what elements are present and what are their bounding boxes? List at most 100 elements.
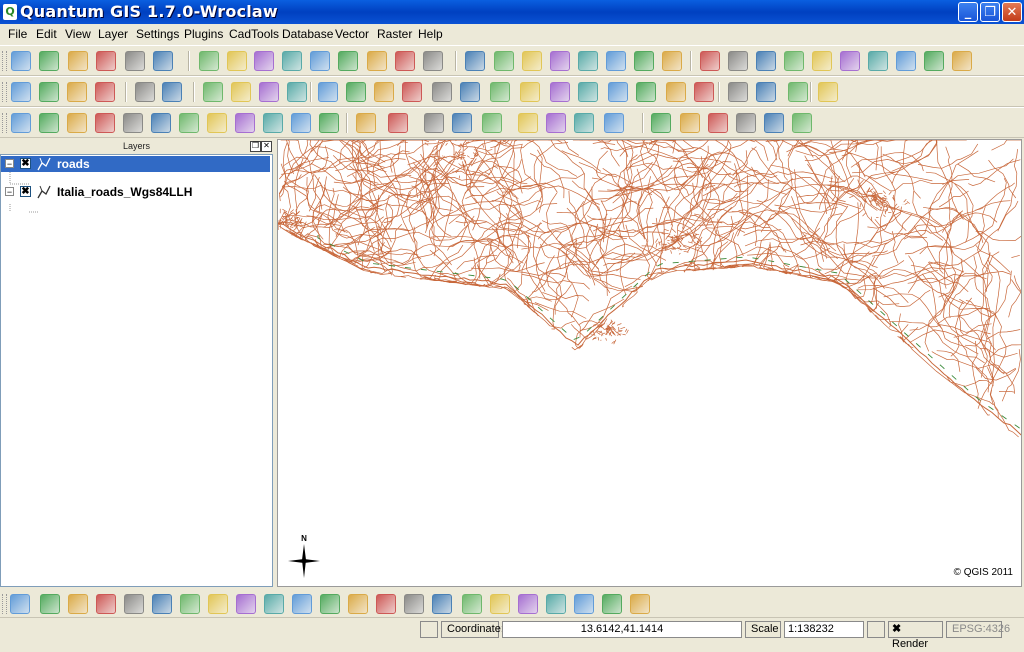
merge-icon[interactable]	[263, 113, 283, 133]
gps-icon[interactable]	[651, 113, 671, 133]
new-project-icon[interactable]	[11, 51, 31, 71]
cad-tool-7-icon[interactable]	[374, 82, 394, 102]
save-edits-icon[interactable]	[494, 51, 514, 71]
add-csv-icon[interactable]	[423, 51, 443, 71]
osm-icon[interactable]	[574, 594, 594, 614]
cut-features-icon[interactable]	[606, 51, 626, 71]
redo-icon[interactable]	[39, 113, 59, 133]
copyright-label-icon[interactable]	[10, 594, 30, 614]
georeferencer-icon[interactable]	[124, 594, 144, 614]
cad-tool-15-icon[interactable]	[608, 82, 628, 102]
cad-tool-20-icon[interactable]	[756, 82, 776, 102]
reshape-icon[interactable]	[207, 113, 227, 133]
menu-help[interactable]: Help	[418, 27, 443, 41]
menu-settings[interactable]: Settings	[136, 27, 179, 41]
open-project-icon[interactable]	[39, 51, 59, 71]
interpolation-icon[interactable]	[462, 594, 482, 614]
menu-edit[interactable]: Edit	[36, 27, 57, 41]
cad-tool-14-icon[interactable]	[578, 82, 598, 102]
save-as-icon[interactable]	[96, 51, 116, 71]
delete-part-icon[interactable]	[179, 113, 199, 133]
delete-selected-icon[interactable]	[578, 51, 598, 71]
identify-icon[interactable]	[356, 113, 376, 133]
render-checkbox[interactable]: ✖	[892, 623, 901, 635]
cad-tool-5-icon[interactable]	[318, 82, 338, 102]
histogram-icon[interactable]	[208, 594, 228, 614]
zoom-selection-icon[interactable]	[812, 51, 832, 71]
cad-tool-21-icon[interactable]	[788, 82, 808, 102]
split-icon[interactable]	[235, 113, 255, 133]
menu-file[interactable]: File	[8, 27, 27, 41]
toggle-edit-icon[interactable]	[465, 51, 485, 71]
cad-tool-4-icon[interactable]	[287, 82, 307, 102]
layer-row-roads[interactable]: − ✖ roads	[1, 156, 270, 172]
copy-features-icon[interactable]	[634, 51, 654, 71]
dxf2shp-icon[interactable]	[68, 594, 88, 614]
zoom-actual-icon[interactable]	[868, 51, 888, 71]
heatmap-icon[interactable]	[432, 594, 452, 614]
polygon-icon[interactable]	[320, 594, 340, 614]
undo-edit-icon[interactable]	[135, 82, 155, 102]
cad-tool-8-icon[interactable]	[402, 82, 422, 102]
cad-tool-1-icon[interactable]	[203, 82, 223, 102]
add-postgis-icon[interactable]	[254, 51, 274, 71]
cad-tool-11-icon[interactable]	[490, 82, 510, 102]
fill-tool-icon[interactable]	[518, 594, 538, 614]
new-layer-icon[interactable]	[338, 51, 358, 71]
cad-tool-12-icon[interactable]	[520, 82, 540, 102]
cad-tool-13-icon[interactable]	[550, 82, 570, 102]
coordinate-field[interactable]: 13.6142,41.1414	[502, 621, 742, 638]
cad-tool-3-icon[interactable]	[259, 82, 279, 102]
menu-view[interactable]: View	[65, 27, 91, 41]
add-raster-icon[interactable]	[227, 51, 247, 71]
add-wms-icon[interactable]	[310, 51, 330, 71]
scale-field[interactable]: 1:138232	[784, 621, 864, 638]
openlayers-icon[interactable]	[952, 51, 972, 71]
digitize-point-icon[interactable]	[39, 82, 59, 102]
menu-raster[interactable]: Raster	[377, 27, 412, 41]
cad-tool-16-icon[interactable]	[636, 82, 656, 102]
toolbar-grip[interactable]	[2, 82, 7, 102]
layer-row-italia-roads[interactable]: − ✖ Italia_roads_Wgs84LLH	[1, 184, 270, 200]
print-composer-icon[interactable]	[125, 51, 145, 71]
cad-tool-9-icon[interactable]	[432, 82, 452, 102]
annotation-icon[interactable]	[518, 113, 538, 133]
add-ring-icon[interactable]	[95, 113, 115, 133]
rotate-label-icon[interactable]	[319, 113, 339, 133]
clear-icon[interactable]	[95, 82, 115, 102]
north-arrow-icon[interactable]	[236, 594, 256, 614]
cad-tool-18-icon[interactable]	[694, 82, 714, 102]
node-tool-icon[interactable]	[550, 51, 570, 71]
simplify-icon[interactable]	[67, 113, 87, 133]
delete-ring-icon[interactable]	[151, 113, 171, 133]
add-spatialite-icon[interactable]	[282, 51, 302, 71]
render-toggle[interactable]: ✖ Render	[888, 621, 943, 650]
collapse-toggle[interactable]: −	[5, 159, 14, 169]
vertex-edit-icon[interactable]	[348, 594, 368, 614]
add-part-icon[interactable]	[123, 113, 143, 133]
road-graph-icon[interactable]	[376, 594, 396, 614]
close-panel-button[interactable]: ✕	[261, 141, 272, 152]
3d-view-icon[interactable]	[264, 594, 284, 614]
check-spelling-icon[interactable]	[11, 82, 31, 102]
attribute-table-open-icon[interactable]	[452, 113, 472, 133]
zoom-layer-icon[interactable]	[840, 51, 860, 71]
crs-status[interactable]: EPSG:4326	[946, 621, 1010, 638]
measure-icon[interactable]	[482, 113, 502, 133]
zoom-last-icon[interactable]	[896, 51, 916, 71]
minimize-button[interactable]: _	[958, 2, 978, 22]
menu-plugins[interactable]: Plugins	[184, 27, 223, 41]
plugin-c-icon[interactable]	[764, 113, 784, 133]
cad-tool-2-icon[interactable]	[231, 82, 251, 102]
undo-icon[interactable]	[11, 113, 31, 133]
select-icon[interactable]	[388, 113, 408, 133]
zoom-in-icon[interactable]	[728, 51, 748, 71]
float-panel-button[interactable]: ❐	[250, 141, 261, 152]
move-feature-icon[interactable]	[522, 51, 542, 71]
toolbar-grip[interactable]	[2, 51, 7, 71]
python-console-icon[interactable]	[818, 82, 838, 102]
export-image-icon[interactable]	[630, 594, 650, 614]
digitize-icon[interactable]	[292, 594, 312, 614]
add-wfs-icon[interactable]	[395, 51, 415, 71]
color-ramp-icon[interactable]	[404, 594, 424, 614]
